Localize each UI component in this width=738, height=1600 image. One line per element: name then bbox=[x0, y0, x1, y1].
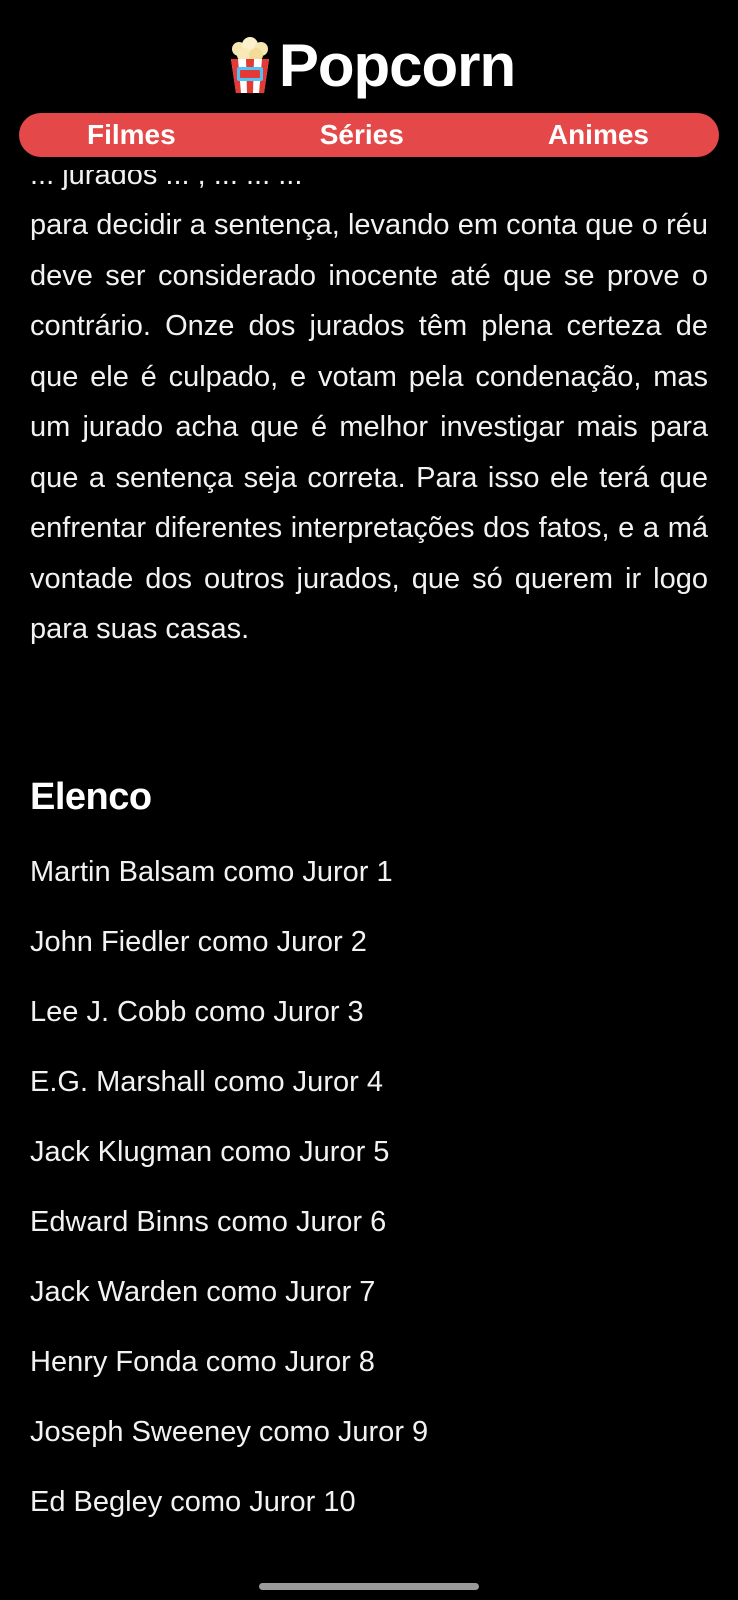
cast-member: Joseph Sweeney como Juror 9 bbox=[30, 1416, 429, 1448]
home-indicator[interactable] bbox=[259, 1583, 479, 1590]
cast-member: Jack Warden como Juror 7 bbox=[30, 1276, 376, 1308]
cast-member: John Fiedler como Juror 2 bbox=[30, 926, 367, 958]
category-nav: Filmes Séries Animes bbox=[19, 113, 719, 157]
cast-section-title: Elenco bbox=[30, 776, 152, 818]
app-header: Popcorn Filmes Séries Animes bbox=[0, 0, 738, 170]
popcorn-bucket-icon bbox=[223, 35, 277, 97]
cast-member: Ed Begley como Juror 10 bbox=[30, 1486, 356, 1518]
cast-member: Lee J. Cobb como Juror 3 bbox=[30, 996, 364, 1028]
brand[interactable]: Popcorn bbox=[0, 28, 738, 104]
movie-synopsis: ... jurados ... , ... ... ... para decid… bbox=[30, 150, 708, 655]
nav-item-animes[interactable]: Animes bbox=[548, 113, 649, 157]
app-title: Popcorn bbox=[278, 32, 516, 99]
cast-list: Martin Balsam como Juror 1 John Fiedler … bbox=[30, 854, 428, 1554]
nav-item-filmes[interactable]: Filmes bbox=[87, 113, 176, 157]
cast-member: Edward Binns como Juror 6 bbox=[30, 1206, 387, 1238]
cast-member: Martin Balsam como Juror 1 bbox=[30, 856, 393, 888]
cast-member: Jack Klugman como Juror 5 bbox=[30, 1136, 390, 1168]
nav-item-series[interactable]: Séries bbox=[320, 113, 404, 157]
cast-member: Henry Fonda como Juror 8 bbox=[30, 1346, 375, 1378]
cast-member: E.G. Marshall como Juror 4 bbox=[30, 1066, 383, 1098]
synopsis-text: para decidir a sentença, levando em cont… bbox=[30, 209, 708, 645]
